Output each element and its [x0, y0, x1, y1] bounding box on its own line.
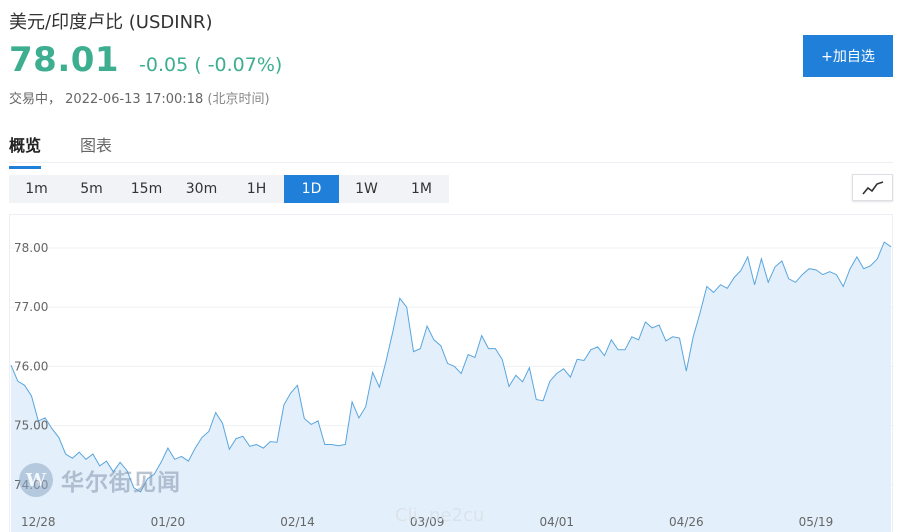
period-1w[interactable]: 1W	[339, 175, 394, 203]
status-text: 交易中，	[9, 92, 62, 107]
y-tick-label-2: 76.00	[14, 359, 48, 373]
period-selector: 1m 5m 15m 30m 1H 1D 1W 1M	[9, 175, 449, 203]
y-tick-label-0: 78.00	[14, 241, 48, 255]
y-tick-label-3: 75.00	[14, 419, 48, 433]
timestamp: 2022-06-13 17:00:18	[65, 92, 204, 107]
tab-chart[interactable]: 图表	[80, 132, 112, 166]
period-5m[interactable]: 5m	[64, 175, 119, 203]
tab-overview[interactable]: 概览	[9, 132, 42, 169]
source-watermark: Cli..ne2cu	[395, 505, 485, 526]
period-1mo[interactable]: 1M	[394, 175, 449, 203]
period-30m[interactable]: 30m	[174, 175, 229, 203]
x-tick-label-6: 05/19	[799, 515, 834, 529]
tab-bar: 概览 图表	[9, 126, 893, 169]
price-row: 78.01 -0.05 ( -0.07%)	[9, 40, 282, 80]
x-tick-label-1: 01/20	[151, 515, 186, 529]
period-1d[interactable]: 1D	[284, 175, 339, 203]
watermark-text: 华尔街见闻	[61, 469, 181, 496]
x-tick-label-5: 04/26	[669, 515, 704, 529]
period-1h[interactable]: 1H	[229, 175, 284, 203]
trade-status: 交易中， 2022-06-13 17:00:18 (北京时间)	[9, 88, 270, 107]
period-15m[interactable]: 15m	[119, 175, 174, 203]
x-tick-label-2: 02/14	[280, 515, 315, 529]
watermark: W 华尔街见闻	[19, 463, 181, 497]
watermark-logo-icon: W	[19, 463, 53, 497]
page-title: 美元/印度卢比 (USDINR)	[9, 12, 213, 33]
timezone-label: (北京时间)	[207, 92, 270, 107]
y-tick-label-1: 77.00	[14, 300, 48, 314]
x-tick-label-0: 12/28	[21, 515, 56, 529]
line-chart-icon	[861, 180, 883, 195]
x-tick-label-4: 04/01	[539, 515, 574, 529]
price-change: -0.05 ( -0.07%)	[139, 54, 283, 76]
period-1m[interactable]: 1m	[9, 175, 64, 203]
chart-type-toggle[interactable]	[852, 174, 893, 201]
add-watchlist-button[interactable]: +加自选	[803, 35, 893, 77]
current-price: 78.01	[9, 40, 120, 80]
